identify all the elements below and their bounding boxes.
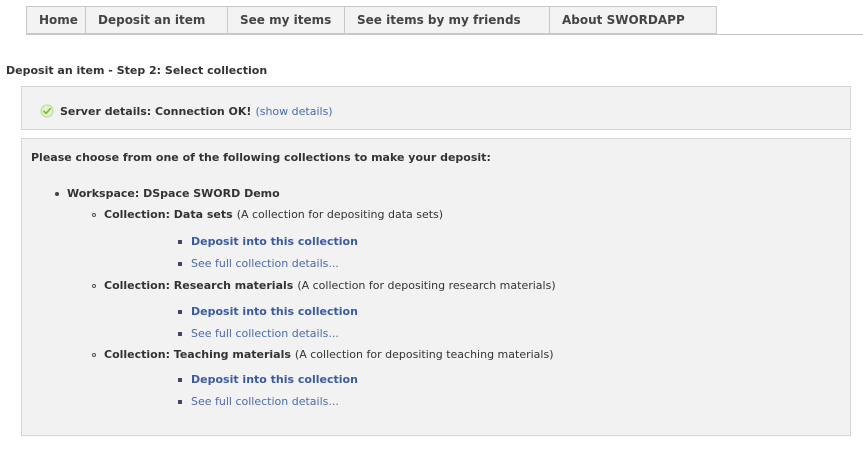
list-item: Deposit into this collection — [178, 373, 358, 386]
bullet-icon — [178, 309, 182, 314]
bullet-icon — [92, 212, 96, 217]
tab-about-swordapp[interactable]: About SWORDAPP — [549, 6, 717, 34]
show-details-link[interactable]: (show details) — [255, 105, 332, 118]
tab-see-items-by-my-friends[interactable]: See items by my friends — [344, 6, 549, 34]
tab-deposit-an-item[interactable]: Deposit an item — [85, 6, 227, 34]
bullet-icon — [178, 399, 182, 404]
server-status-panel: Server details: Connection OK! (show det… — [21, 86, 851, 130]
list-item: See full collection details... — [178, 327, 339, 340]
collection-description: (A collection for depositing research ma… — [297, 279, 556, 292]
collections-intro: Please choose from one of the following … — [31, 151, 491, 164]
nav-tabs: Home Deposit an item See my items See it… — [26, 6, 717, 34]
tab-home[interactable]: Home — [26, 6, 85, 34]
bullet-icon — [178, 239, 182, 244]
bullet-icon — [92, 283, 96, 288]
list-item: See full collection details... — [178, 395, 339, 408]
deposit-into-collection-link[interactable]: Deposit into this collection — [191, 235, 358, 248]
bullet-icon — [178, 331, 182, 336]
main-nav: Home Deposit an item See my items See it… — [26, 6, 863, 35]
collection-name: Collection: Teaching materials — [104, 348, 291, 361]
collection-name: Collection: Research materials — [104, 279, 294, 292]
workspace-label: Workspace: DSpace SWORD Demo — [67, 187, 280, 200]
server-status-line: Server details: Connection OK! (show det… — [40, 104, 333, 118]
collection-item: Collection: Research materials (A collec… — [92, 279, 556, 292]
bullet-icon — [55, 191, 59, 196]
list-item: Deposit into this collection — [178, 305, 358, 318]
deposit-into-collection-link[interactable]: Deposit into this collection — [191, 305, 358, 318]
deposit-into-collection-link[interactable]: Deposit into this collection — [191, 373, 358, 386]
collection-name: Collection: Data sets — [104, 208, 233, 221]
tab-see-my-items[interactable]: See my items — [227, 6, 344, 34]
server-status-label: Server details: Connection OK! — [60, 104, 252, 118]
collection-item: Collection: Teaching materials (A collec… — [92, 348, 553, 361]
collections-panel: Please choose from one of the following … — [21, 138, 851, 436]
bullet-icon — [92, 352, 96, 357]
check-icon — [40, 104, 54, 118]
workspace-item: Workspace: DSpace SWORD Demo — [55, 187, 280, 200]
collection-description: (A collection for depositing teaching ma… — [294, 348, 554, 361]
see-collection-details-link[interactable]: See full collection details... — [191, 257, 339, 270]
page-title: Deposit an item - Step 2: Select collect… — [6, 64, 268, 77]
bullet-icon — [178, 261, 182, 266]
collection-item: Collection: Data sets (A collection for … — [92, 208, 443, 221]
see-collection-details-link[interactable]: See full collection details... — [191, 327, 339, 340]
list-item: See full collection details... — [178, 257, 339, 270]
see-collection-details-link[interactable]: See full collection details... — [191, 395, 339, 408]
list-item: Deposit into this collection — [178, 235, 358, 248]
bullet-icon — [178, 377, 182, 382]
collection-description: (A collection for depositing data sets) — [236, 208, 444, 221]
